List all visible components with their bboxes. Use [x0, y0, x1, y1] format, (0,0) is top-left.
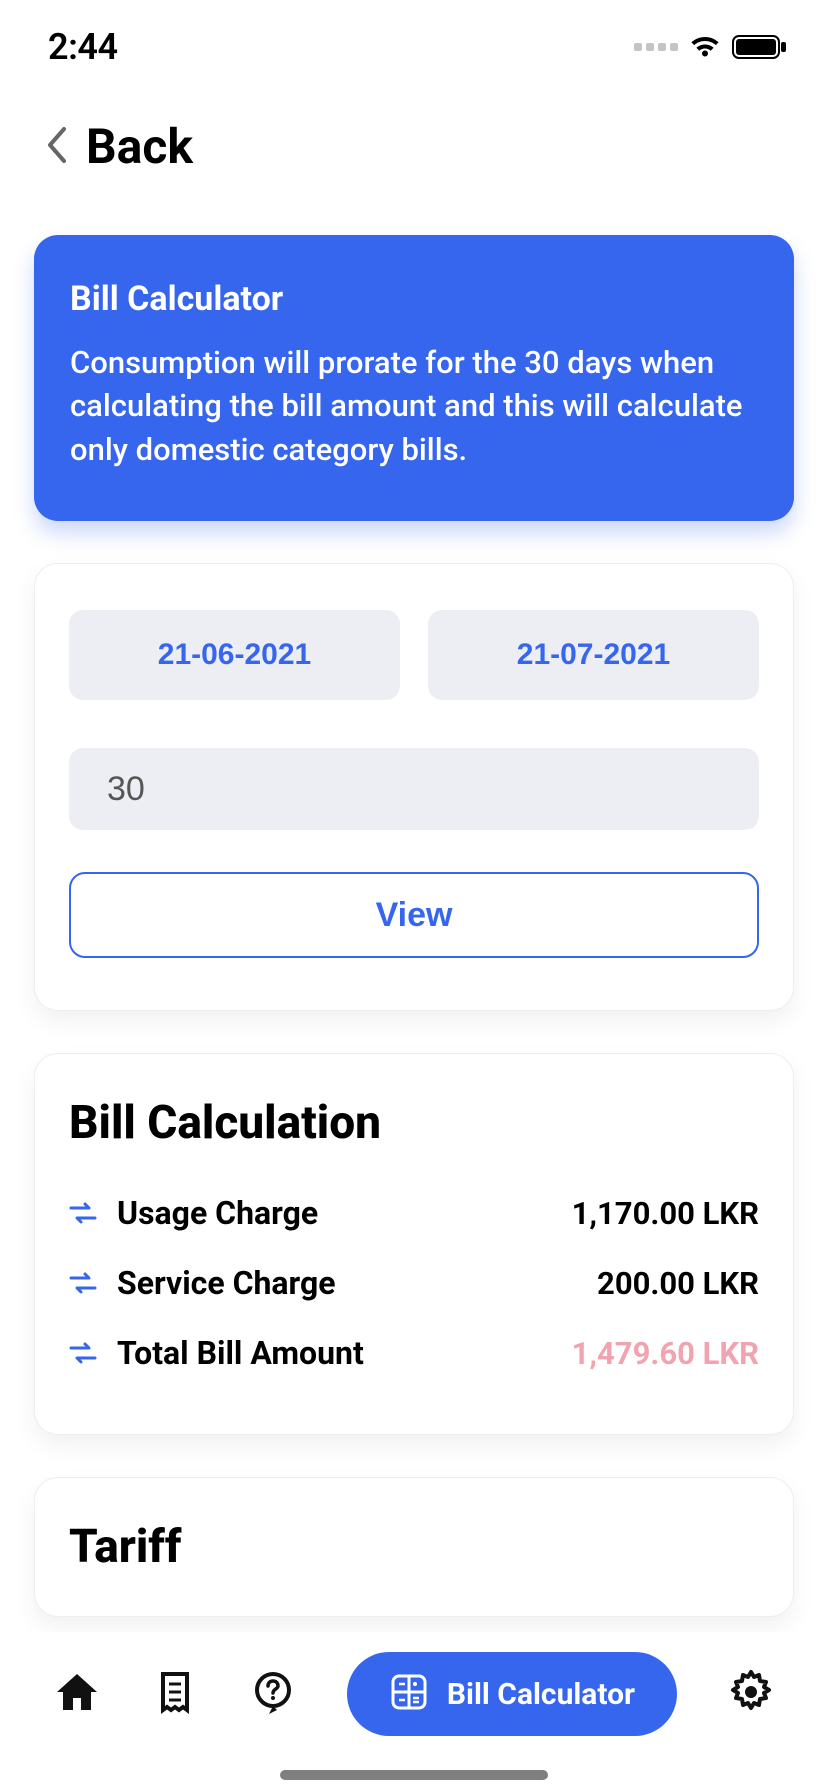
transfer-icon	[69, 1271, 97, 1295]
bill-row-value: 1,479.60 LKR	[572, 1335, 759, 1372]
status-icons	[634, 33, 788, 61]
bill-calculation-title: Bill Calculation	[69, 1096, 759, 1150]
date-to-button[interactable]: 21-07-2021	[428, 610, 759, 700]
bill-row-total: Total Bill Amount 1,479.60 LKR	[69, 1318, 759, 1388]
receipt-icon	[151, 1668, 199, 1720]
nav-home[interactable]	[53, 1668, 101, 1720]
bottom-nav: Bill Calculator	[0, 1632, 828, 1792]
transfer-icon	[69, 1341, 97, 1365]
bill-row-label: Total Bill Amount	[117, 1334, 364, 1372]
back-label: Back	[86, 118, 193, 175]
bill-row-value: 1,170.00 LKR	[572, 1195, 759, 1232]
nav-settings[interactable]	[727, 1668, 775, 1720]
info-card-description: Consumption will prorate for the 30 days…	[70, 341, 758, 471]
view-button[interactable]: View	[69, 872, 759, 958]
nav-bill-calculator-label: Bill Calculator	[447, 1677, 635, 1712]
bill-row-service: Service Charge 200.00 LKR	[69, 1248, 759, 1318]
wifi-icon	[688, 34, 722, 60]
bill-row-value: 200.00 LKR	[597, 1265, 759, 1302]
gear-icon	[727, 1668, 775, 1720]
info-card: Bill Calculator Consumption will prorate…	[34, 235, 794, 521]
help-icon	[249, 1668, 297, 1720]
calculator-icon	[389, 1672, 429, 1716]
transfer-icon	[69, 1201, 97, 1225]
units-input[interactable]	[69, 748, 759, 830]
status-bar: 2:44	[0, 0, 828, 78]
form-card: 21-06-2021 21-07-2021 View	[34, 563, 794, 1011]
date-from-button[interactable]: 21-06-2021	[69, 610, 400, 700]
bill-row-label: Usage Charge	[117, 1194, 318, 1232]
home-indicator	[280, 1770, 548, 1780]
tariff-title: Tariff	[69, 1520, 759, 1574]
info-card-title: Bill Calculator	[70, 279, 758, 319]
chevron-left-icon	[44, 125, 70, 169]
bill-row-usage: Usage Charge 1,170.00 LKR	[69, 1178, 759, 1248]
bill-calculation-card: Bill Calculation Usage Charge 1,170.00 L…	[34, 1053, 794, 1435]
back-button[interactable]: Back	[0, 78, 828, 195]
battery-icon	[732, 33, 788, 61]
home-icon	[53, 1668, 101, 1720]
signal-dots-icon	[634, 43, 678, 51]
nav-bills[interactable]	[151, 1668, 199, 1720]
nav-help[interactable]	[249, 1668, 297, 1720]
nav-bill-calculator[interactable]: Bill Calculator	[347, 1652, 677, 1736]
bill-row-label: Service Charge	[117, 1264, 336, 1302]
tariff-card: Tariff	[34, 1477, 794, 1617]
status-time: 2:44	[48, 26, 118, 68]
